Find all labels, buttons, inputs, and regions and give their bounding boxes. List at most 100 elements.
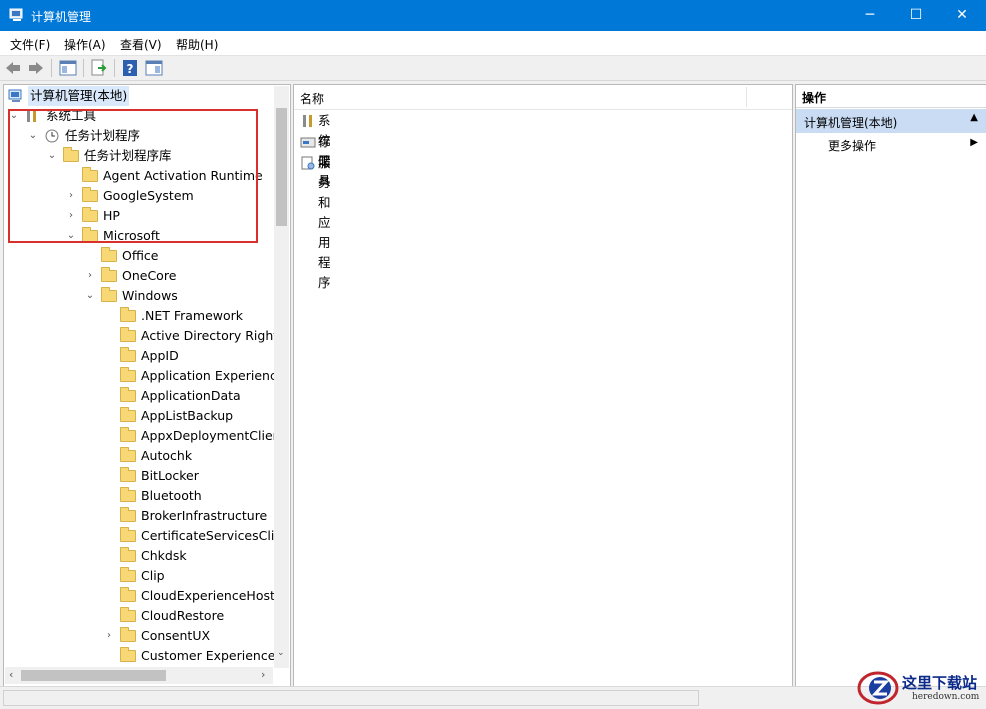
- svg-text:?: ?: [127, 62, 134, 76]
- tree-label: ConsentUX: [141, 628, 211, 643]
- chevron-left-icon[interactable]: ‹: [9, 668, 13, 681]
- more-actions-item[interactable]: 更多操作: [828, 137, 876, 154]
- show-hide-console-tree-icon[interactable]: [59, 59, 77, 77]
- tree-item[interactable]: Application Experience: [4, 366, 285, 386]
- result-list-pane[interactable]: 名称 系统工具 存储 服务和应用程序: [293, 84, 793, 687]
- scrollbar-thumb[interactable]: [21, 670, 166, 681]
- tree-item[interactable]: .NET Framework: [4, 306, 272, 326]
- tree-item[interactable]: ⌄ Microsoft: [4, 226, 272, 246]
- console-tree-pane[interactable]: 计算机管理(本地) ⌄ 系统工具 ⌄ 任务计划程序 ⌄ 任务计划程序库 Agen…: [3, 84, 291, 687]
- back-arrow-icon[interactable]: [4, 59, 22, 77]
- chevron-right-icon[interactable]: ›: [66, 186, 76, 206]
- tree-label: Agent Activation Runtime: [103, 168, 263, 183]
- help-icon[interactable]: ?: [121, 59, 139, 77]
- folder-icon: [120, 467, 136, 482]
- clock-icon: [45, 129, 59, 143]
- tree-item-task-scheduler[interactable]: ⌄ 任务计划程序: [4, 126, 264, 146]
- tree-label: Autochk: [141, 448, 193, 463]
- watermark-logo: 这里下载站 heredown.com: [856, 668, 984, 706]
- submenu-triangle-icon[interactable]: ▶: [970, 137, 978, 148]
- tree-item[interactable]: AppListBackup: [4, 406, 272, 426]
- column-header-name[interactable]: 名称: [300, 90, 324, 107]
- toolbar-separator: [114, 59, 115, 77]
- folder-icon: [120, 387, 136, 402]
- scrollbar-thumb[interactable]: [276, 108, 287, 226]
- tree-item[interactable]: › ConsentUX: [4, 626, 272, 646]
- tree-vertical-scrollbar[interactable]: ⌄: [274, 86, 289, 668]
- tree-label: 计算机管理(本地): [28, 86, 130, 106]
- folder-icon: [120, 487, 136, 502]
- tree-item[interactable]: CloudExperienceHost: [4, 586, 275, 606]
- watermark-z-icon: [857, 671, 899, 705]
- tree-label: HP: [103, 208, 120, 223]
- folder-icon: [120, 447, 136, 462]
- export-list-icon[interactable]: [90, 59, 108, 77]
- tree-label: 系统工具: [46, 108, 97, 123]
- tree-item[interactable]: Active Directory Rights: [4, 326, 285, 346]
- tree-label: Customer Experience I: [141, 648, 284, 663]
- menu-bar: 文件(F) 操作(A) 查看(V) 帮助(H): [0, 31, 986, 56]
- action-section-label: 计算机管理(本地): [804, 116, 898, 130]
- chevron-down-icon[interactable]: ⌄: [66, 226, 76, 246]
- tree-item[interactable]: › HP: [4, 206, 272, 226]
- tree-label: Clip: [141, 568, 165, 583]
- chevron-right-icon[interactable]: ›: [66, 206, 76, 226]
- chevron-down-icon[interactable]: ⌄: [28, 126, 38, 146]
- tree-item-task-library[interactable]: ⌄ 任务计划程序库: [4, 146, 264, 166]
- tree-label: CloudExperienceHost: [141, 588, 275, 603]
- tree-item[interactable]: Chkdsk: [4, 546, 272, 566]
- tree-item-root[interactable]: 计算机管理(本地): [6, 86, 266, 106]
- menu-view[interactable]: 查看(V): [120, 36, 162, 53]
- tree-item[interactable]: Customer Experience I: [4, 646, 283, 666]
- tree-item[interactable]: Clip: [4, 566, 272, 586]
- tree-item[interactable]: › GoogleSystem: [4, 186, 272, 206]
- chevron-down-icon[interactable]: ⌄: [9, 106, 19, 126]
- maximize-button[interactable]: ☐: [893, 0, 939, 31]
- title-bar: 计算机管理 ─ ☐ ✕: [0, 0, 986, 31]
- column-divider[interactable]: [746, 87, 747, 107]
- tree-label: Bluetooth: [141, 488, 202, 503]
- folder-icon: [120, 427, 136, 442]
- action-section-header[interactable]: 计算机管理(本地) ▲: [796, 109, 986, 133]
- tree-item[interactable]: ApplicationData: [4, 386, 272, 406]
- watermark-url: heredown.com: [912, 692, 980, 702]
- close-button[interactable]: ✕: [939, 0, 985, 31]
- menu-action[interactable]: 操作(A): [64, 36, 106, 53]
- show-hide-action-pane-icon[interactable]: [145, 59, 163, 77]
- tree-item[interactable]: BitLocker: [4, 466, 272, 486]
- folder-icon: [101, 287, 117, 302]
- tree-label: Chkdsk: [141, 548, 187, 563]
- tree-item[interactable]: Agent Activation Runtime: [4, 166, 272, 186]
- menu-help[interactable]: 帮助(H): [176, 36, 218, 53]
- tree-item[interactable]: Autochk: [4, 446, 272, 466]
- folder-icon: [120, 327, 136, 342]
- tree-item[interactable]: CertificateServicesClien: [4, 526, 290, 546]
- tree-label: AppxDeploymentClient: [141, 428, 286, 443]
- tree-item[interactable]: AppID: [4, 346, 272, 366]
- chevron-down-icon[interactable]: ⌄: [47, 146, 57, 166]
- services-icon: [301, 156, 315, 170]
- tree-item[interactable]: AppxDeploymentClient: [4, 426, 285, 446]
- menu-file[interactable]: 文件(F): [10, 36, 50, 53]
- tree-item[interactable]: ⌄ Windows: [4, 286, 272, 306]
- tree-item-system-tools[interactable]: ⌄ 系统工具: [4, 106, 264, 126]
- minimize-button[interactable]: ─: [847, 0, 893, 31]
- tree-label: Application Experience: [141, 368, 285, 383]
- tree-item[interactable]: › OneCore: [4, 266, 272, 286]
- tree-item[interactable]: Bluetooth: [4, 486, 272, 506]
- chevron-right-icon[interactable]: ›: [85, 266, 95, 286]
- collapse-triangle-icon[interactable]: ▲: [970, 112, 978, 123]
- tree-item[interactable]: CloudRestore: [4, 606, 272, 626]
- folder-icon: [120, 547, 136, 562]
- storage-icon: [300, 137, 316, 148]
- folder-icon: [120, 587, 136, 602]
- tree-label: OneCore: [122, 268, 177, 283]
- chevron-right-icon[interactable]: ›: [261, 668, 265, 681]
- chevron-right-icon[interactable]: ›: [104, 626, 114, 646]
- tree-item[interactable]: BrokerInfrastructure: [4, 506, 272, 526]
- tree-item[interactable]: Office: [4, 246, 272, 266]
- chevron-down-icon[interactable]: ⌄: [85, 286, 95, 306]
- tree-horizontal-scrollbar[interactable]: ‹ ›: [5, 667, 273, 684]
- chevron-down-icon[interactable]: ⌄: [277, 648, 285, 658]
- forward-arrow-icon[interactable]: [27, 59, 45, 77]
